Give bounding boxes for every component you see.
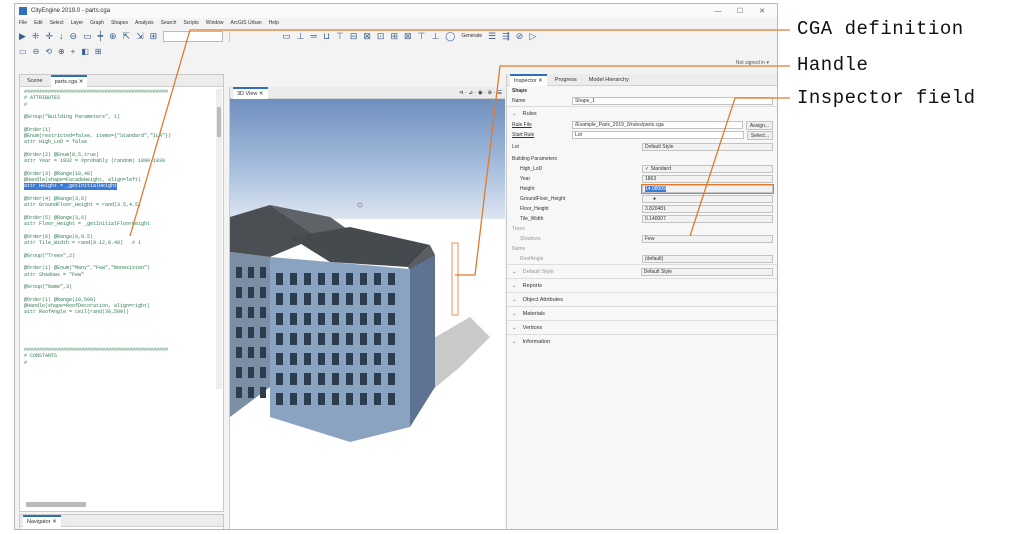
annotation-cga-definition: CGA definition xyxy=(797,18,964,40)
annotation-inspector-field: Inspector field xyxy=(797,87,976,109)
annotation-handle: Handle xyxy=(797,54,869,76)
annotation-lines xyxy=(129,29,790,276)
